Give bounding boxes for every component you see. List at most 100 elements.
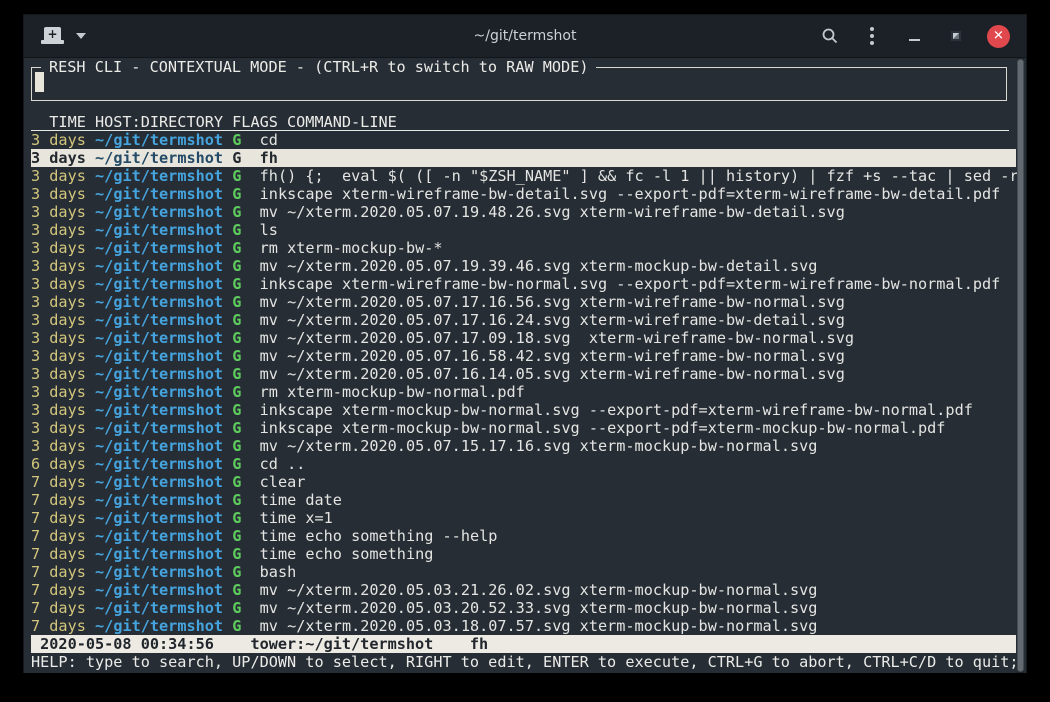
row-directory: ~/git/termshot — [95, 401, 223, 419]
row-flags: G — [232, 545, 241, 563]
history-row[interactable]: 3 days ~/git/termshot G mv ~/xterm.2020.… — [31, 347, 1016, 365]
row-command: mv ~/xterm.2020.05.07.19.48.26.svg xterm… — [260, 203, 845, 221]
row-command: mv ~/xterm.2020.05.07.15.17.16.svg xterm… — [260, 437, 818, 455]
row-time: 7 days — [31, 527, 86, 545]
row-command: inkscape xterm-wireframe-bw-detail.svg -… — [260, 185, 1001, 203]
row-directory: ~/git/termshot — [95, 527, 223, 545]
row-flags: G — [232, 329, 241, 347]
row-time: 3 days — [31, 347, 86, 365]
row-command: inkscape xterm-wireframe-bw-normal.svg -… — [260, 275, 1001, 293]
search-button[interactable] — [819, 25, 841, 47]
history-row[interactable]: 3 days ~/git/termshot G mv ~/xterm.2020.… — [31, 257, 1016, 275]
row-flags: G — [232, 167, 241, 185]
row-directory: ~/git/termshot — [95, 455, 223, 473]
row-time: 3 days — [31, 275, 86, 293]
row-directory: ~/git/termshot — [95, 329, 223, 347]
row-directory: ~/git/termshot — [95, 509, 223, 527]
history-row[interactable]: 7 days ~/git/termshot G time echo someth… — [31, 527, 1016, 545]
history-row[interactable]: 3 days ~/git/termshot G inkscape xterm-w… — [31, 275, 1016, 293]
row-time: 3 days — [31, 149, 86, 167]
row-time: 3 days — [31, 167, 86, 185]
row-flags: G — [232, 401, 241, 419]
kebab-menu-icon — [870, 27, 874, 45]
scrollbar-thumb[interactable] — [1017, 59, 1024, 672]
row-time: 7 days — [31, 599, 86, 617]
row-command: mv ~/xterm.2020.05.03.21.26.02.svg xterm… — [260, 581, 818, 599]
row-directory: ~/git/termshot — [95, 563, 223, 581]
row-directory: ~/git/termshot — [95, 347, 223, 365]
row-directory: ~/git/termshot — [95, 167, 223, 185]
history-row[interactable]: 3 days ~/git/termshot G mv ~/xterm.2020.… — [31, 311, 1016, 329]
row-flags: G — [232, 419, 241, 437]
history-row[interactable]: 6 days ~/git/termshot G cd .. — [31, 455, 1016, 473]
history-row[interactable]: 7 days ~/git/termshot G time echo someth… — [31, 545, 1016, 563]
row-time: 7 days — [31, 473, 86, 491]
row-command: mv ~/xterm.2020.05.03.20.52.33.svg xterm… — [260, 599, 818, 617]
history-row[interactable]: 3 days ~/git/termshot G mv ~/xterm.2020.… — [31, 437, 1016, 455]
row-time: 3 days — [31, 437, 86, 455]
row-command: time date — [260, 491, 342, 509]
history-row[interactable]: 7 days ~/git/termshot G clear — [31, 473, 1016, 491]
scrollbar — [1017, 58, 1024, 673]
row-flags: G — [232, 293, 241, 311]
terminal-window: + ~/git/termshot — [23, 14, 1027, 673]
row-flags: G — [232, 239, 241, 257]
row-command: cd .. — [260, 455, 306, 473]
restore-button[interactable] — [945, 25, 967, 47]
history-row[interactable]: 3 days ~/git/termshot G mv ~/xterm.2020.… — [31, 203, 1016, 221]
row-flags: G — [232, 581, 241, 599]
close-button[interactable]: ✕ — [987, 25, 1010, 48]
history-row[interactable]: 3 days ~/git/termshot G fh() {; eval $( … — [31, 167, 1016, 185]
history-row[interactable]: 3 days ~/git/termshot G mv ~/xterm.2020.… — [31, 293, 1016, 311]
row-directory: ~/git/termshot — [95, 437, 223, 455]
row-time: 7 days — [31, 581, 86, 599]
history-row[interactable]: 7 days ~/git/termshot G bash — [31, 563, 1016, 581]
row-time: 7 days — [31, 617, 86, 635]
history-row[interactable]: 3 days ~/git/termshot G mv ~/xterm.2020.… — [31, 329, 1016, 347]
row-command: bash — [260, 563, 297, 581]
row-directory: ~/git/termshot — [95, 293, 223, 311]
row-time: 7 days — [31, 563, 86, 581]
menu-button[interactable] — [861, 25, 883, 47]
row-time: 3 days — [31, 293, 86, 311]
row-command: mv ~/xterm.2020.05.07.17.16.56.svg xterm… — [260, 293, 845, 311]
row-flags: G — [232, 383, 241, 401]
row-command: mv ~/xterm.2020.05.07.17.09.18.svg xterm… — [260, 329, 854, 347]
history-row[interactable]: 7 days ~/git/termshot G time x=1 — [31, 509, 1016, 527]
row-flags: G — [232, 203, 241, 221]
minimize-button[interactable] — [903, 25, 925, 47]
magnifier-icon — [821, 27, 839, 45]
row-directory: ~/git/termshot — [95, 221, 223, 239]
history-row[interactable]: 3 days ~/git/termshot G inkscape xterm-w… — [31, 185, 1016, 203]
row-time: 3 days — [31, 383, 86, 401]
row-command: mv ~/xterm.2020.05.03.18.07.57.svg xterm… — [260, 617, 818, 635]
history-row[interactable]: 7 days ~/git/termshot G time date — [31, 491, 1016, 509]
row-time: 3 days — [31, 239, 86, 257]
row-directory: ~/git/termshot — [95, 275, 223, 293]
history-row[interactable]: 3 days ~/git/termshot G fh — [31, 149, 1016, 167]
close-icon: ✕ — [993, 29, 1004, 42]
history-row[interactable]: 7 days ~/git/termshot G mv ~/xterm.2020.… — [31, 599, 1016, 617]
row-directory: ~/git/termshot — [95, 473, 223, 491]
history-row[interactable]: 7 days ~/git/termshot G mv ~/xterm.2020.… — [31, 581, 1016, 599]
search-input[interactable]: RESH CLI - CONTEXTUAL MODE - (CTRL+R to … — [31, 67, 1007, 101]
history-row[interactable]: 3 days ~/git/termshot G cd — [31, 131, 1016, 149]
history-row[interactable]: 3 days ~/git/termshot G inkscape xterm-m… — [31, 419, 1016, 437]
row-directory: ~/git/termshot — [95, 581, 223, 599]
row-flags: G — [232, 365, 241, 383]
row-command: rm xterm-mockup-bw-* — [260, 239, 443, 257]
row-directory: ~/git/termshot — [95, 311, 223, 329]
row-flags: G — [232, 599, 241, 617]
history-row[interactable]: 3 days ~/git/termshot G rm xterm-mockup-… — [31, 383, 1016, 401]
history-row[interactable]: 3 days ~/git/termshot G ls — [31, 221, 1016, 239]
history-row[interactable]: 3 days ~/git/termshot G mv ~/xterm.2020.… — [31, 365, 1016, 383]
row-directory: ~/git/termshot — [95, 257, 223, 275]
row-time: 3 days — [31, 185, 86, 203]
row-command: fh — [260, 149, 278, 167]
row-flags: G — [232, 311, 241, 329]
history-row[interactable]: 7 days ~/git/termshot G mv ~/xterm.2020.… — [31, 617, 1016, 635]
row-command: cd — [260, 131, 278, 149]
history-row[interactable]: 3 days ~/git/termshot G rm xterm-mockup-… — [31, 239, 1016, 257]
row-command: time echo something --help — [260, 527, 498, 545]
history-row[interactable]: 3 days ~/git/termshot G inkscape xterm-m… — [31, 401, 1016, 419]
